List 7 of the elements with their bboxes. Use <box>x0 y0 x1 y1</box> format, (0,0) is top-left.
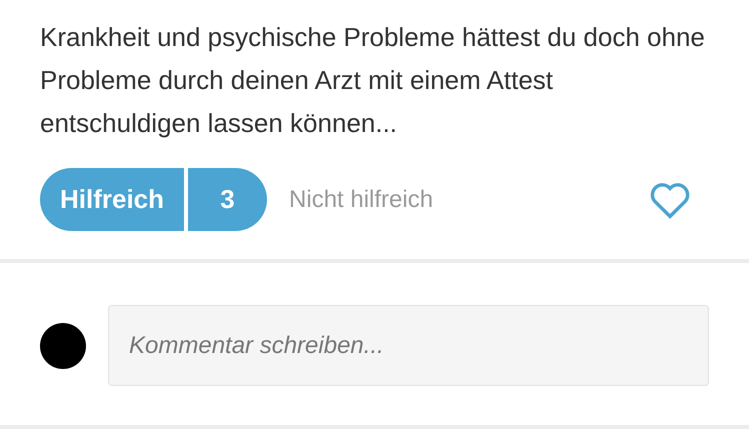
comment-field[interactable]: Kommentar schreiben... <box>108 305 709 386</box>
not-helpful-button[interactable]: Nicht hilfreich <box>289 182 434 218</box>
avatar <box>40 322 86 368</box>
helpful-button[interactable]: Hilfreich <box>40 168 184 231</box>
heart-icon[interactable] <box>649 180 691 218</box>
answer-text: Krankheit und psychische Probleme hättest du doch ohne Probleme durch deinen Arzt mit einem Attest entschuldigen lassen können... <box>40 21 706 140</box>
helpful-count: 3 <box>188 168 268 231</box>
